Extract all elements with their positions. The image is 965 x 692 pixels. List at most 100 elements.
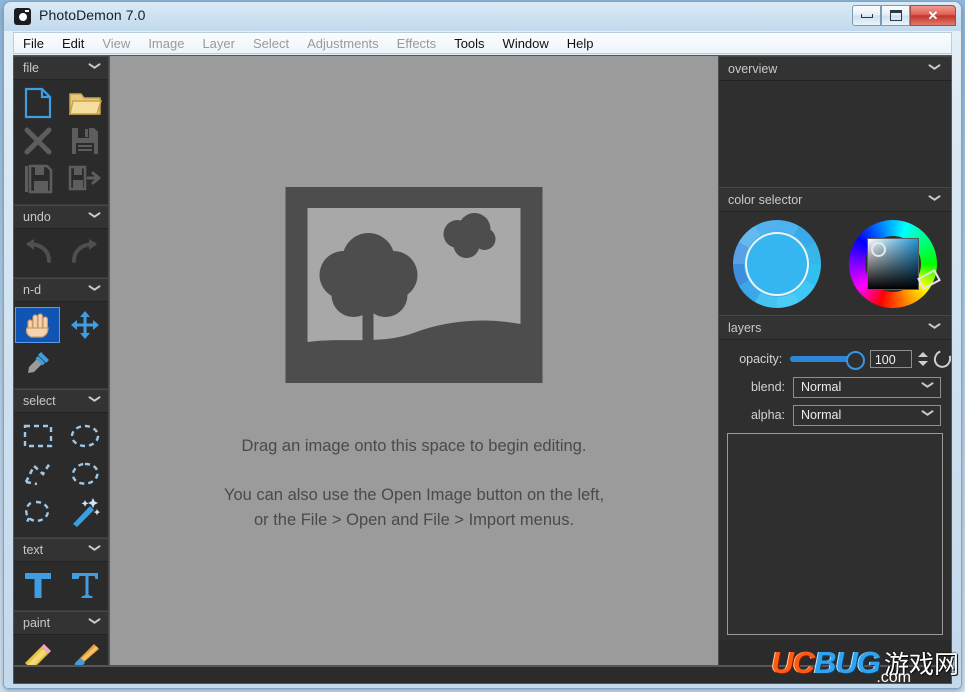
chevron-down-icon — [921, 383, 934, 391]
eyedropper-tool[interactable] — [14, 344, 61, 382]
hand-pan-tool[interactable] — [15, 307, 60, 343]
hand-icon — [23, 310, 53, 340]
opacity-slider-handle[interactable] — [846, 351, 865, 370]
layers-panel-header[interactable]: layers — [719, 315, 951, 340]
open-image-tool[interactable] — [61, 84, 108, 122]
move-arrows-icon — [70, 310, 100, 340]
tool-section-title: file — [23, 61, 39, 75]
advanced-text-tool[interactable] — [61, 566, 108, 604]
alpha-label: alpha: — [725, 408, 793, 422]
sv-marker-icon[interactable] — [871, 242, 886, 257]
color-variation-wheel[interactable] — [733, 220, 821, 308]
tool-section-paint: paint — [14, 611, 108, 665]
pencil-icon — [23, 643, 53, 665]
window-title: PhotoDemon 7.0 — [39, 7, 145, 23]
tool-section-undo: undo — [14, 205, 108, 278]
title-bar: PhotoDemon 7.0 ✕ — [4, 2, 961, 31]
chevron-down-icon[interactable] — [88, 546, 101, 554]
chevron-down-icon[interactable] — [88, 64, 101, 72]
saturation-value-square[interactable] — [867, 238, 919, 290]
new-image-tool[interactable] — [14, 84, 61, 122]
tool-grid — [14, 413, 108, 537]
opacity-slider[interactable] — [790, 350, 863, 368]
chevron-down-icon[interactable] — [88, 286, 101, 294]
rectangle-select-tool[interactable] — [14, 417, 61, 455]
magnetic-lasso-tool[interactable] — [14, 493, 61, 531]
save-copy-icon — [68, 164, 102, 194]
tool-section-title: text — [23, 543, 43, 557]
save-image-tool — [61, 122, 108, 160]
menu-item-effects: Effects — [388, 34, 446, 53]
color-selector-title: color selector — [728, 193, 802, 207]
menu-item-select: Select — [244, 34, 298, 53]
layers-panel-body: opacity: 100 blend: Normal — [719, 340, 951, 640]
alpha-mode-value: Normal — [801, 408, 841, 422]
tool-section-header-undo[interactable]: undo — [14, 205, 108, 229]
menu-item-tools[interactable]: Tools — [445, 34, 493, 53]
tool-section-header-paint[interactable]: paint — [14, 611, 108, 635]
polygon-select-tool[interactable] — [14, 455, 61, 493]
save-as-tool — [14, 160, 61, 198]
lasso-select-tool[interactable] — [61, 455, 108, 493]
save-floppy-icon — [70, 126, 100, 156]
opacity-input[interactable]: 100 — [870, 350, 912, 368]
magic-wand-tool[interactable] — [61, 493, 108, 531]
tool-section-header-n-d[interactable]: n-d — [14, 278, 108, 302]
tool-section-header-text[interactable]: text — [14, 538, 108, 562]
chevron-down-icon[interactable] — [88, 619, 101, 627]
tool-section-title: select — [23, 394, 56, 408]
menu-item-file[interactable]: File — [14, 34, 53, 53]
canvas-line-2: You can also use the Open Image button o… — [110, 483, 718, 508]
blend-mode-select[interactable]: Normal — [793, 377, 941, 398]
menu-item-edit[interactable]: Edit — [53, 34, 93, 53]
basic-text-tool[interactable] — [14, 566, 61, 604]
chevron-down-icon[interactable] — [928, 65, 941, 73]
minimize-icon — [861, 14, 873, 18]
opacity-stepper[interactable] — [917, 350, 928, 368]
tool-grid — [14, 562, 108, 610]
tool-section-header-select[interactable]: select — [14, 389, 108, 413]
canvas-line-1: Drag an image onto this space to begin e… — [110, 434, 718, 459]
undo-tool — [14, 233, 61, 271]
menu-item-help[interactable]: Help — [558, 34, 603, 53]
tool-grid — [14, 302, 108, 388]
ellipse-select-tool[interactable] — [61, 417, 108, 455]
close-image-tool — [14, 122, 61, 160]
color-selector-body — [719, 212, 951, 315]
polygon-lasso-icon — [23, 460, 53, 488]
tool-section-title: paint — [23, 616, 50, 630]
blend-mode-value: Normal — [801, 380, 841, 394]
lasso-icon — [69, 461, 101, 487]
opacity-row: opacity: 100 — [719, 347, 951, 371]
reset-icon[interactable] — [931, 347, 951, 371]
tool-section-header-file[interactable]: file — [14, 56, 108, 80]
close-button[interactable]: ✕ — [910, 5, 956, 26]
chevron-down-icon[interactable] — [88, 213, 101, 221]
menu-bar: FileEditViewImageLayerSelectAdjustmentsE… — [13, 32, 952, 54]
blend-label: blend: — [725, 380, 793, 394]
menu-item-window[interactable]: Window — [494, 34, 558, 53]
open-folder-icon — [68, 89, 102, 117]
chevron-down-icon[interactable] — [88, 397, 101, 405]
paintbrush-tool[interactable] — [61, 639, 108, 665]
redo-tool — [61, 233, 108, 271]
move-tool[interactable] — [61, 306, 108, 344]
canvas-area[interactable]: Drag an image onto this space to begin e… — [109, 56, 718, 665]
right-panel: overview color selector — [718, 56, 951, 665]
current-color-swatch[interactable] — [747, 234, 807, 294]
alpha-mode-select[interactable]: Normal — [793, 405, 941, 426]
app-root: PhotoDemon 7.0 ✕ FileEditViewImageLayerS… — [0, 0, 965, 692]
status-bar — [13, 666, 952, 684]
overview-panel-header[interactable]: overview — [719, 56, 951, 81]
workspace: file undo n-d select text paint — [13, 55, 952, 666]
color-selector-panel-header[interactable]: color selector — [719, 187, 951, 212]
chevron-down-icon[interactable] — [928, 196, 941, 204]
pencil-tool[interactable] — [14, 639, 61, 665]
chevron-down-icon[interactable] — [928, 324, 941, 332]
layer-list[interactable] — [727, 433, 943, 635]
minimize-button[interactable] — [852, 5, 881, 26]
hue-saturation-wheel[interactable] — [849, 220, 937, 308]
overview-preview — [719, 81, 951, 187]
maximize-button[interactable] — [881, 5, 910, 26]
close-x-icon — [23, 126, 53, 156]
